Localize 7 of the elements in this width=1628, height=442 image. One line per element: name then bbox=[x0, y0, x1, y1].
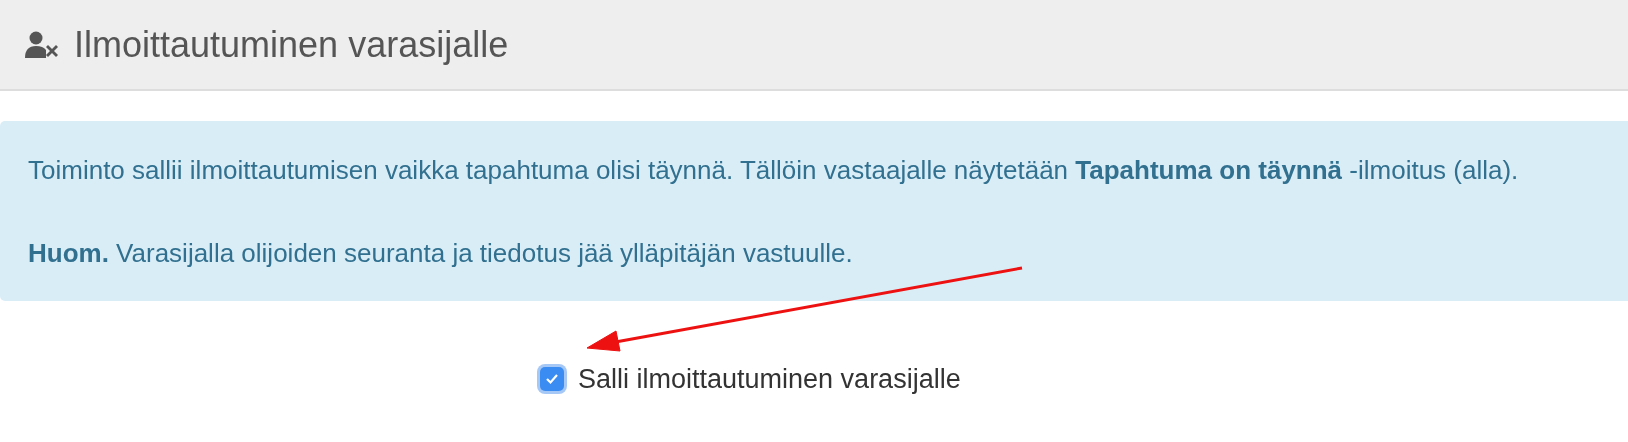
checkmark-icon bbox=[545, 373, 559, 385]
checkbox[interactable] bbox=[540, 367, 564, 391]
notice-text: Toiminto sallii ilmoittautumisen vaikka tapahtuma olisi täynnä. Tällöin vastaajalle näytetään Tapahtuma on täynnä -ilmoitus (alla). bbox=[28, 154, 1520, 186]
notice-text: Huom. Varasijalla olijoiden seuranta ja tiedotus jää ylläpitäjän vastuulle. bbox=[28, 237, 854, 269]
user-remove-icon bbox=[24, 30, 60, 59]
checkbox-label: Salli ilmoittautuminen varasijalle bbox=[578, 363, 961, 395]
page-title: Ilmoittautuminen varasijalle bbox=[74, 22, 509, 67]
